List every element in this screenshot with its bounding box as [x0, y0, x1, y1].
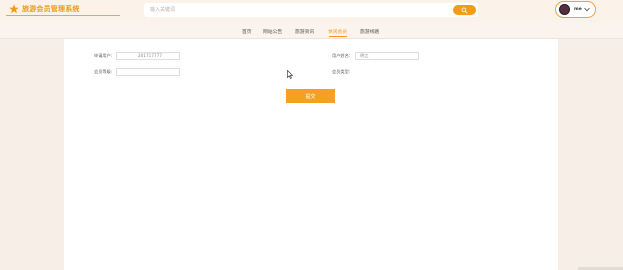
nav-item-membership[interactable]: 休闲会员 [328, 28, 347, 35]
nav-item-announcements[interactable]: 网站公告 [263, 28, 282, 35]
search-button[interactable] [453, 5, 476, 15]
form-panel: 申请用户: 201717777 用户姓名: 明江 会员等级: 会员类型: 提交 [64, 39, 558, 270]
avatar [559, 4, 570, 15]
applicant-field[interactable]: 201717777 [116, 52, 180, 60]
search-placeholder: 输入关键词 [150, 7, 176, 13]
site-title: 旅游会员管理系统 [22, 5, 80, 13]
applicant-label: 申请用户: [94, 53, 113, 58]
top-header: 旅游会员管理系统 输入关键词 me [0, 0, 623, 22]
star-logo-icon [9, 4, 19, 14]
mouse-cursor-icon [287, 70, 293, 79]
active-tab-indicator [329, 36, 347, 37]
search-input[interactable]: 输入关键词 [144, 3, 478, 17]
user-name-field[interactable]: 明江 [355, 52, 419, 60]
nav-item-routes[interactable]: 旅游线路 [360, 28, 379, 35]
logo-underline [6, 15, 120, 16]
member-level-field[interactable] [116, 68, 180, 76]
user-name-label: 用户姓名: [332, 53, 351, 58]
search-icon [461, 7, 468, 14]
site-logo[interactable]: 旅游会员管理系统 [9, 4, 80, 14]
submit-button[interactable]: 提交 [286, 89, 335, 103]
nav-item-news[interactable]: 旅游资讯 [295, 28, 314, 35]
member-level-label: 会员等级: [94, 69, 113, 74]
member-type-label: 会员类型: [332, 69, 351, 74]
main-nav: 首页 网站公告 旅游资讯 休闲会员 旅游线路 [0, 22, 623, 39]
user-name: me [574, 7, 582, 12]
user-menu[interactable]: me [555, 1, 596, 18]
nav-item-home[interactable]: 首页 [242, 28, 252, 35]
chevron-down-icon [584, 7, 590, 12]
